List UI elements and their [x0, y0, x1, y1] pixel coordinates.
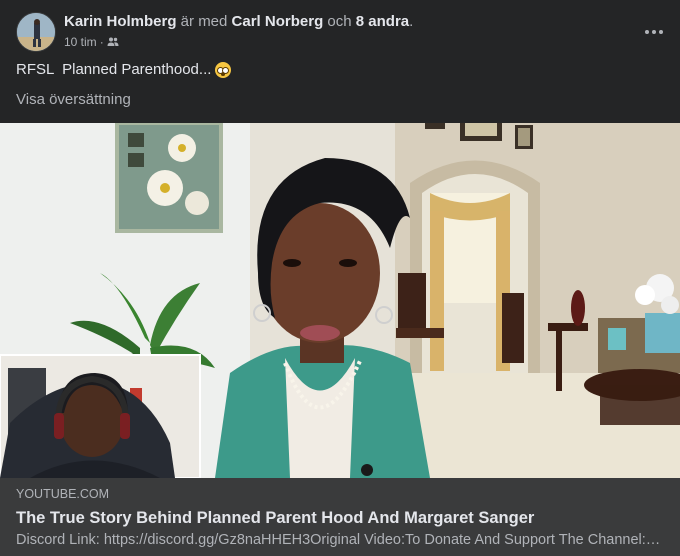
post-message: RFSL Planned Parenthood...	[16, 60, 232, 80]
link-preview[interactable]: YOUTUBE.COM The True Story Behind Planne…	[0, 478, 680, 556]
more-options-button[interactable]	[640, 18, 668, 46]
video-frame-image	[0, 123, 680, 478]
more-dot	[659, 30, 663, 34]
post-message-text: RFSL Planned Parenthood...	[16, 61, 212, 78]
link-domain: YOUTUBE.COM	[16, 487, 110, 501]
link-description: Discord Link: https://discord.gg/Gz8naHH…	[16, 532, 664, 548]
author-line: Karin Holmberg är med Carl Norberg och 8…	[64, 13, 413, 31]
author-name-link[interactable]: Karin Holmberg	[64, 13, 177, 30]
feed-post: Karin Holmberg är med Carl Norberg och 8…	[0, 0, 680, 556]
tagged-person-link[interactable]: Carl Norberg	[232, 13, 324, 30]
more-dot	[652, 30, 656, 34]
author-avatar[interactable]	[16, 12, 56, 52]
avatar-photo	[17, 13, 55, 51]
meta-separator: ·	[99, 35, 104, 49]
more-horizontal-icon	[645, 30, 649, 34]
with-text: är med	[176, 13, 232, 30]
post-meta: 10 tim ·	[64, 34, 119, 50]
post-header: Karin Holmberg är med Carl Norberg och 8…	[16, 12, 664, 54]
friends-icon	[107, 37, 119, 46]
link-title[interactable]: The True Story Behind Planned Parent Hoo…	[16, 507, 664, 529]
see-translation-link[interactable]: Visa översättning	[16, 90, 131, 110]
post-timestamp[interactable]: 10 tim	[64, 34, 97, 50]
video-thumbnail[interactable]	[0, 123, 680, 478]
and-text: och	[323, 13, 356, 30]
flushed-face-emoji	[215, 62, 232, 78]
period-text: .	[409, 13, 414, 30]
others-link[interactable]: 8 andra	[356, 13, 409, 30]
